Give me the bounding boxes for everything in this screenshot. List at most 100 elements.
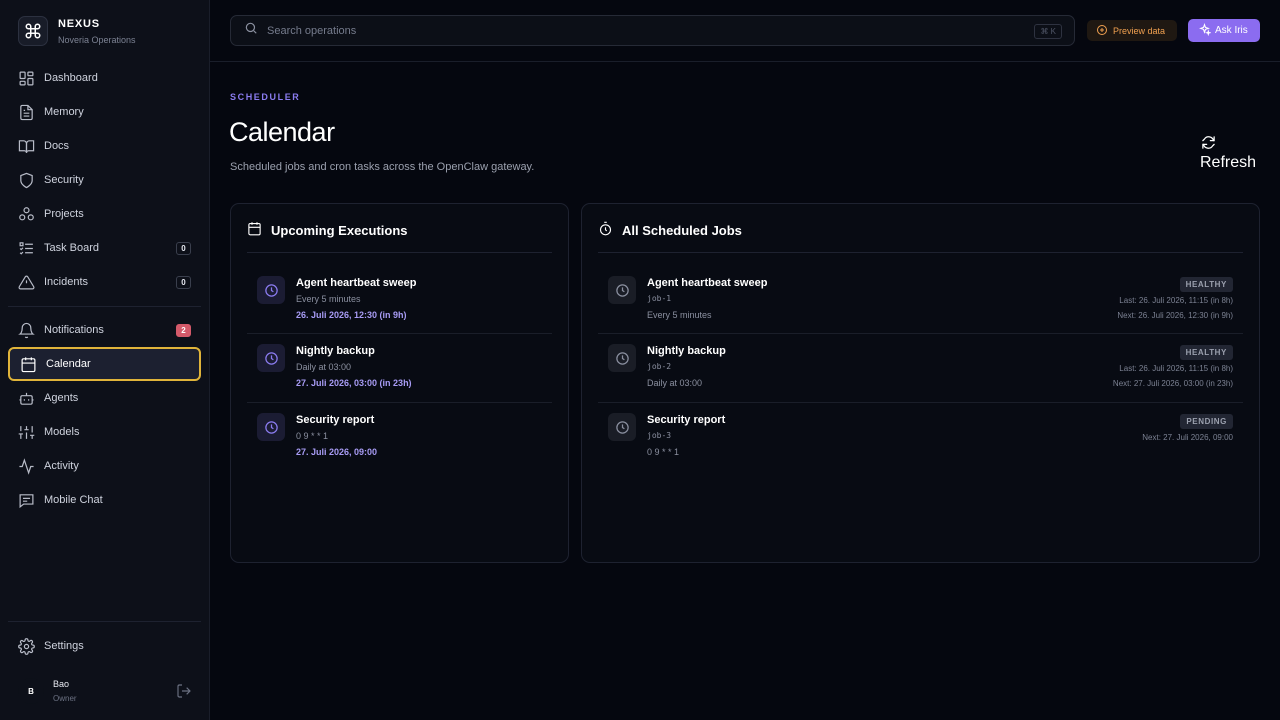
search-shortcut-hint: ⌘ K bbox=[1034, 24, 1062, 39]
sidebar-divider bbox=[8, 621, 201, 622]
page-subtitle: Scheduled jobs and cron tasks across the… bbox=[230, 161, 535, 173]
warning-icon bbox=[18, 274, 35, 291]
sidebar-item-projects[interactable]: Projects bbox=[8, 197, 201, 231]
job-name: Nightly backup bbox=[647, 345, 726, 357]
all-scheduled-jobs-card: All Scheduled Jobs Agent heartbeat sweep… bbox=[581, 203, 1260, 563]
card-title: Upcoming Executions bbox=[271, 222, 408, 238]
job-schedule: Every 5 minutes bbox=[296, 294, 361, 304]
job-name: Security report bbox=[647, 414, 726, 426]
brand-name: NEXUS bbox=[58, 17, 100, 30]
page-eyebrow: SCHEDULER bbox=[230, 92, 301, 102]
settings-nav: Settings bbox=[8, 629, 201, 663]
clock-icon bbox=[257, 276, 285, 304]
sidebar-item-label: Models bbox=[44, 426, 80, 438]
sidebar-item-label: Docs bbox=[44, 140, 70, 152]
user-name: Bao bbox=[53, 679, 70, 689]
job-schedule: 0 9 * * 1 bbox=[296, 431, 329, 441]
search-input[interactable]: Search operations ⌘ K bbox=[230, 15, 1075, 46]
list-item[interactable]: Nightly backup Daily at 03:00 27. Juli 2… bbox=[247, 333, 552, 401]
notification-count-badge: 2 bbox=[176, 324, 191, 337]
sidebar-item-label: Dashboard bbox=[44, 72, 98, 84]
calendar-icon bbox=[20, 356, 37, 373]
next-run: Next: 27. Juli 2026, 03:00 (in 23h) bbox=[1112, 379, 1233, 388]
sidebar-item-models[interactable]: Models bbox=[8, 415, 201, 449]
sidebar-item-label: Settings bbox=[44, 640, 84, 652]
robot-icon bbox=[18, 390, 35, 407]
job-name: Security report bbox=[296, 414, 375, 426]
table-row[interactable]: Agent heartbeat sweep job-1 Every 5 minu… bbox=[598, 265, 1243, 333]
last-run: Last: 26. Juli 2026, 11:15 (in 8h) bbox=[1119, 296, 1233, 305]
primary-nav: Dashboard Memory Docs Security Projects … bbox=[8, 61, 201, 299]
list-item[interactable]: Agent heartbeat sweep Every 5 minutes 26… bbox=[247, 265, 552, 333]
avatar: B bbox=[18, 678, 44, 704]
clock-icon bbox=[608, 344, 636, 372]
next-run: Next: 27. Juli 2026, 09:00 bbox=[1142, 433, 1233, 442]
user-role: Owner bbox=[53, 694, 77, 703]
job-schedule: 0 9 * * 1 bbox=[647, 447, 680, 457]
projects-icon bbox=[18, 206, 35, 223]
job-schedule: Daily at 03:00 bbox=[296, 362, 352, 372]
next-run: 26. Juli 2026, 12:30 (in 9h) bbox=[296, 310, 407, 320]
secondary-nav: Notifications 2 Calendar Agents Models A… bbox=[8, 313, 201, 517]
logout-icon[interactable] bbox=[176, 683, 192, 699]
sidebar-item-settings[interactable]: Settings bbox=[8, 629, 201, 663]
gear-icon bbox=[18, 637, 35, 655]
ask-iris-label: Ask Iris bbox=[1215, 25, 1248, 36]
sidebar: NEXUS Noveria Operations Dashboard Memor… bbox=[0, 0, 210, 720]
sidebar-item-label: Calendar bbox=[46, 358, 91, 370]
sidebar-item-incidents[interactable]: Incidents 0 bbox=[8, 265, 201, 299]
sidebar-item-activity[interactable]: Activity bbox=[8, 449, 201, 483]
next-run: 27. Juli 2026, 09:00 bbox=[296, 447, 378, 457]
stopwatch-icon bbox=[598, 221, 613, 239]
task-count-badge: 0 bbox=[176, 242, 191, 255]
shield-icon bbox=[18, 172, 35, 189]
upcoming-executions-card: Upcoming Executions Agent heartbeat swee… bbox=[230, 203, 569, 563]
job-name: Agent heartbeat sweep bbox=[296, 277, 417, 289]
last-run: Last: 26. Juli 2026, 11:15 (in 8h) bbox=[1119, 364, 1233, 373]
ask-iris-button[interactable]: Ask Iris bbox=[1188, 19, 1260, 42]
job-id: job-3 bbox=[647, 431, 672, 440]
sidebar-item-calendar[interactable]: Calendar bbox=[8, 347, 201, 381]
search-placeholder: Search operations bbox=[267, 24, 357, 37]
card-divider bbox=[247, 252, 552, 253]
sidebar-item-task-board[interactable]: Task Board 0 bbox=[8, 231, 201, 265]
top-bar: Search operations ⌘ K Preview data Ask I… bbox=[210, 0, 1280, 62]
calendar-icon bbox=[247, 221, 262, 239]
command-icon bbox=[18, 16, 48, 46]
sidebar-item-label: Notifications bbox=[44, 324, 104, 336]
job-id: job-1 bbox=[647, 294, 672, 303]
sidebar-item-notifications[interactable]: Notifications 2 bbox=[8, 313, 201, 347]
incident-count-badge: 0 bbox=[176, 276, 191, 289]
sidebar-item-docs[interactable]: Docs bbox=[8, 129, 201, 163]
sidebar-item-dashboard[interactable]: Dashboard bbox=[8, 61, 201, 95]
sidebar-item-label: Mobile Chat bbox=[44, 494, 103, 506]
preview-data-button[interactable]: Preview data bbox=[1087, 20, 1177, 41]
refresh-icon bbox=[1201, 135, 1216, 150]
clock-icon bbox=[257, 344, 285, 372]
sidebar-item-mobile-chat[interactable]: Mobile Chat bbox=[8, 483, 201, 517]
refresh-label: Refresh bbox=[1200, 154, 1257, 171]
sidebar-item-security[interactable]: Security bbox=[8, 163, 201, 197]
sidebar-divider bbox=[8, 306, 201, 307]
card-title: All Scheduled Jobs bbox=[622, 222, 742, 238]
brand-subtitle: Noveria Operations bbox=[58, 34, 136, 45]
chat-icon bbox=[18, 492, 35, 509]
search-icon bbox=[244, 21, 258, 40]
table-row[interactable]: Security report job-3 0 9 * * 1 PENDING … bbox=[598, 402, 1243, 470]
brand[interactable]: NEXUS Noveria Operations bbox=[18, 16, 136, 46]
user-profile[interactable]: B Bao Owner bbox=[18, 676, 194, 706]
next-run: Next: 26. Juli 2026, 12:30 (in 9h) bbox=[1117, 311, 1233, 320]
job-id: job-2 bbox=[647, 362, 672, 371]
sidebar-item-label: Memory bbox=[44, 106, 84, 118]
book-icon bbox=[18, 138, 35, 155]
clock-icon bbox=[608, 276, 636, 304]
sidebar-item-agents[interactable]: Agents bbox=[8, 381, 201, 415]
page-title: Calendar bbox=[229, 117, 335, 147]
job-name: Nightly backup bbox=[296, 345, 375, 357]
bell-icon bbox=[18, 322, 35, 339]
sidebar-item-memory[interactable]: Memory bbox=[8, 95, 201, 129]
list-item[interactable]: Security report 0 9 * * 1 27. Juli 2026,… bbox=[247, 402, 552, 470]
refresh-button[interactable]: Refresh bbox=[1200, 135, 1262, 172]
table-row[interactable]: Nightly backup job-2 Daily at 03:00 HEAL… bbox=[598, 333, 1243, 401]
sliders-icon bbox=[18, 424, 35, 441]
